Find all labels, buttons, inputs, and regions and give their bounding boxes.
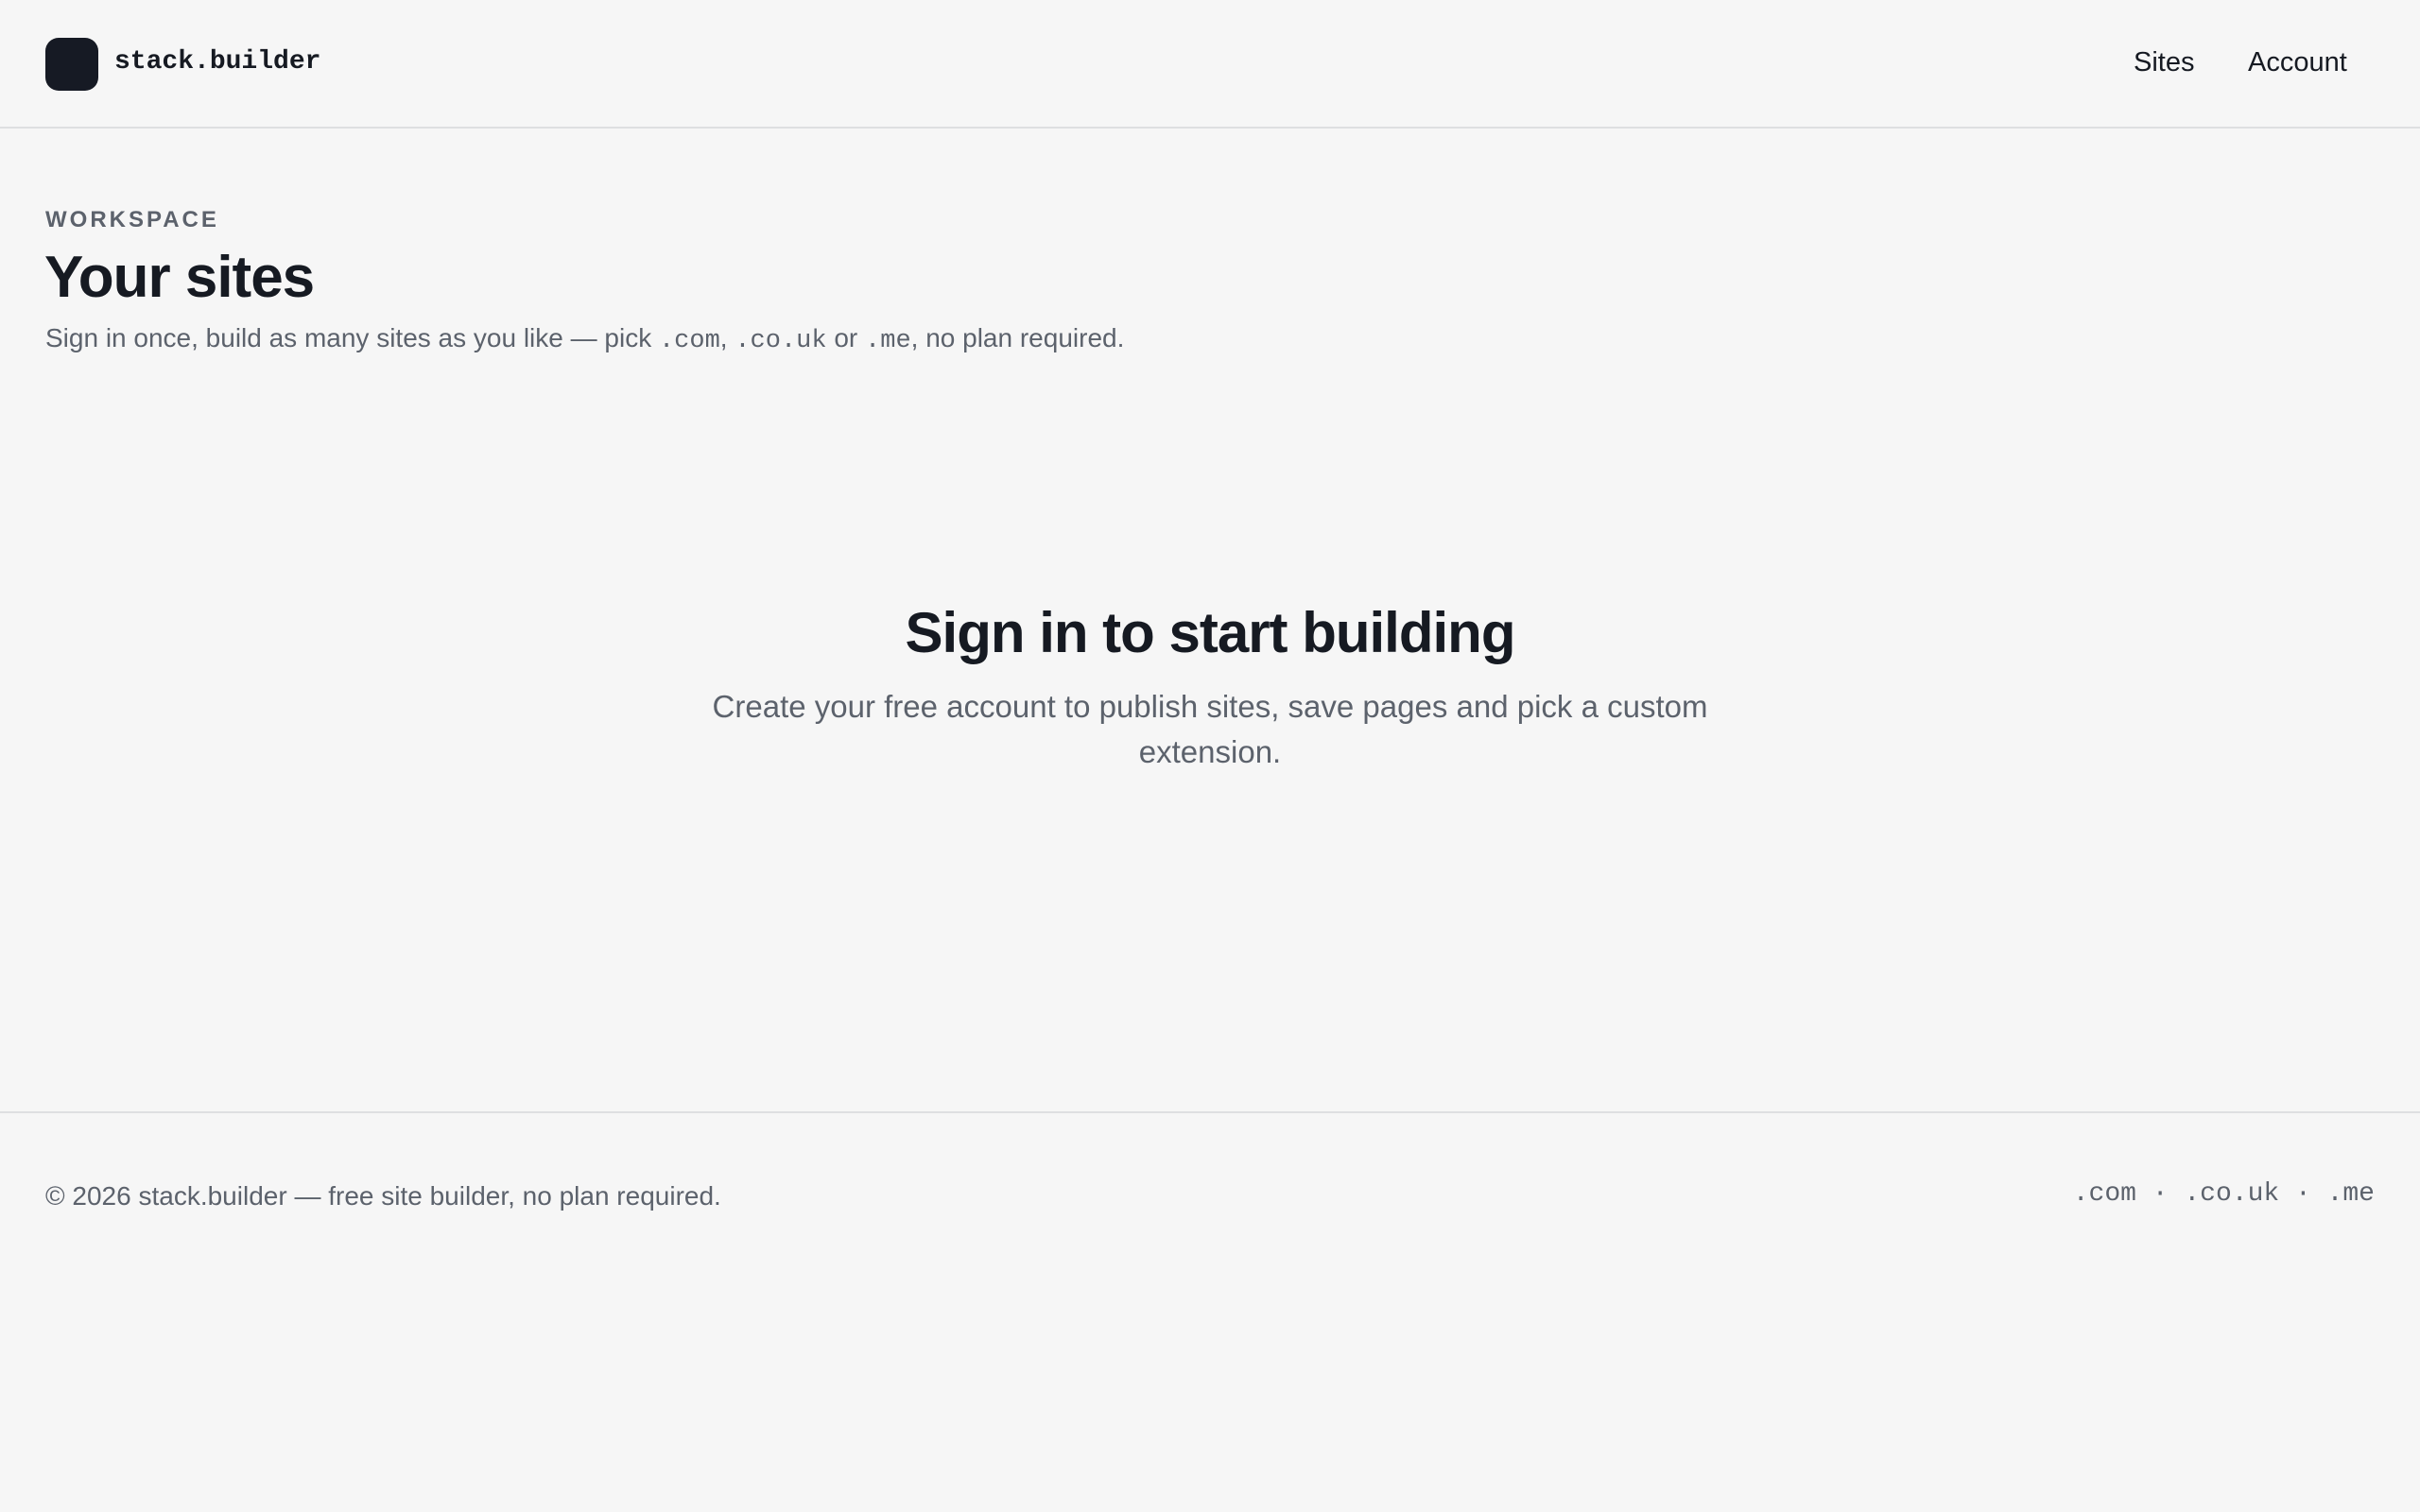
subtitle-separator: , [719,323,735,352]
subtitle-separator: or [826,323,866,352]
subtitle-text: , no plan required. [910,323,1125,352]
brand-name[interactable]: stack.builder [114,45,320,79]
nav-account-link[interactable]: Account [2248,43,2347,81]
empty-state-title: Sign in to start building [905,601,1516,664]
empty-state-description: Create your free account to publish site… [712,689,1708,769]
logo-icon[interactable] [45,38,98,91]
empty-state: Sign in to start building Create your fr… [0,595,2420,775]
footer: © 2026 stack.builder — free site builder… [0,1111,2420,1512]
nav-sites-link[interactable]: Sites [2134,43,2194,81]
extension-me: .me [865,327,911,355]
footer-extensions: .com · .co.uk · .me [2072,1179,2375,1209]
extension-co-uk: .co.uk [735,327,827,355]
page-title: Your sites [44,245,315,310]
page-subtitle: Sign in once, build as many sites as you… [45,319,1124,360]
section-eyebrow: WORKSPACE [45,207,219,232]
subtitle-text: Sign in once, build as many sites as you… [45,323,659,352]
footer-copyright: © 2026 stack.builder — free site builder… [45,1181,721,1211]
extension-com: .com [658,327,720,355]
top-bar: stack.builder Sites Account [0,0,2420,129]
